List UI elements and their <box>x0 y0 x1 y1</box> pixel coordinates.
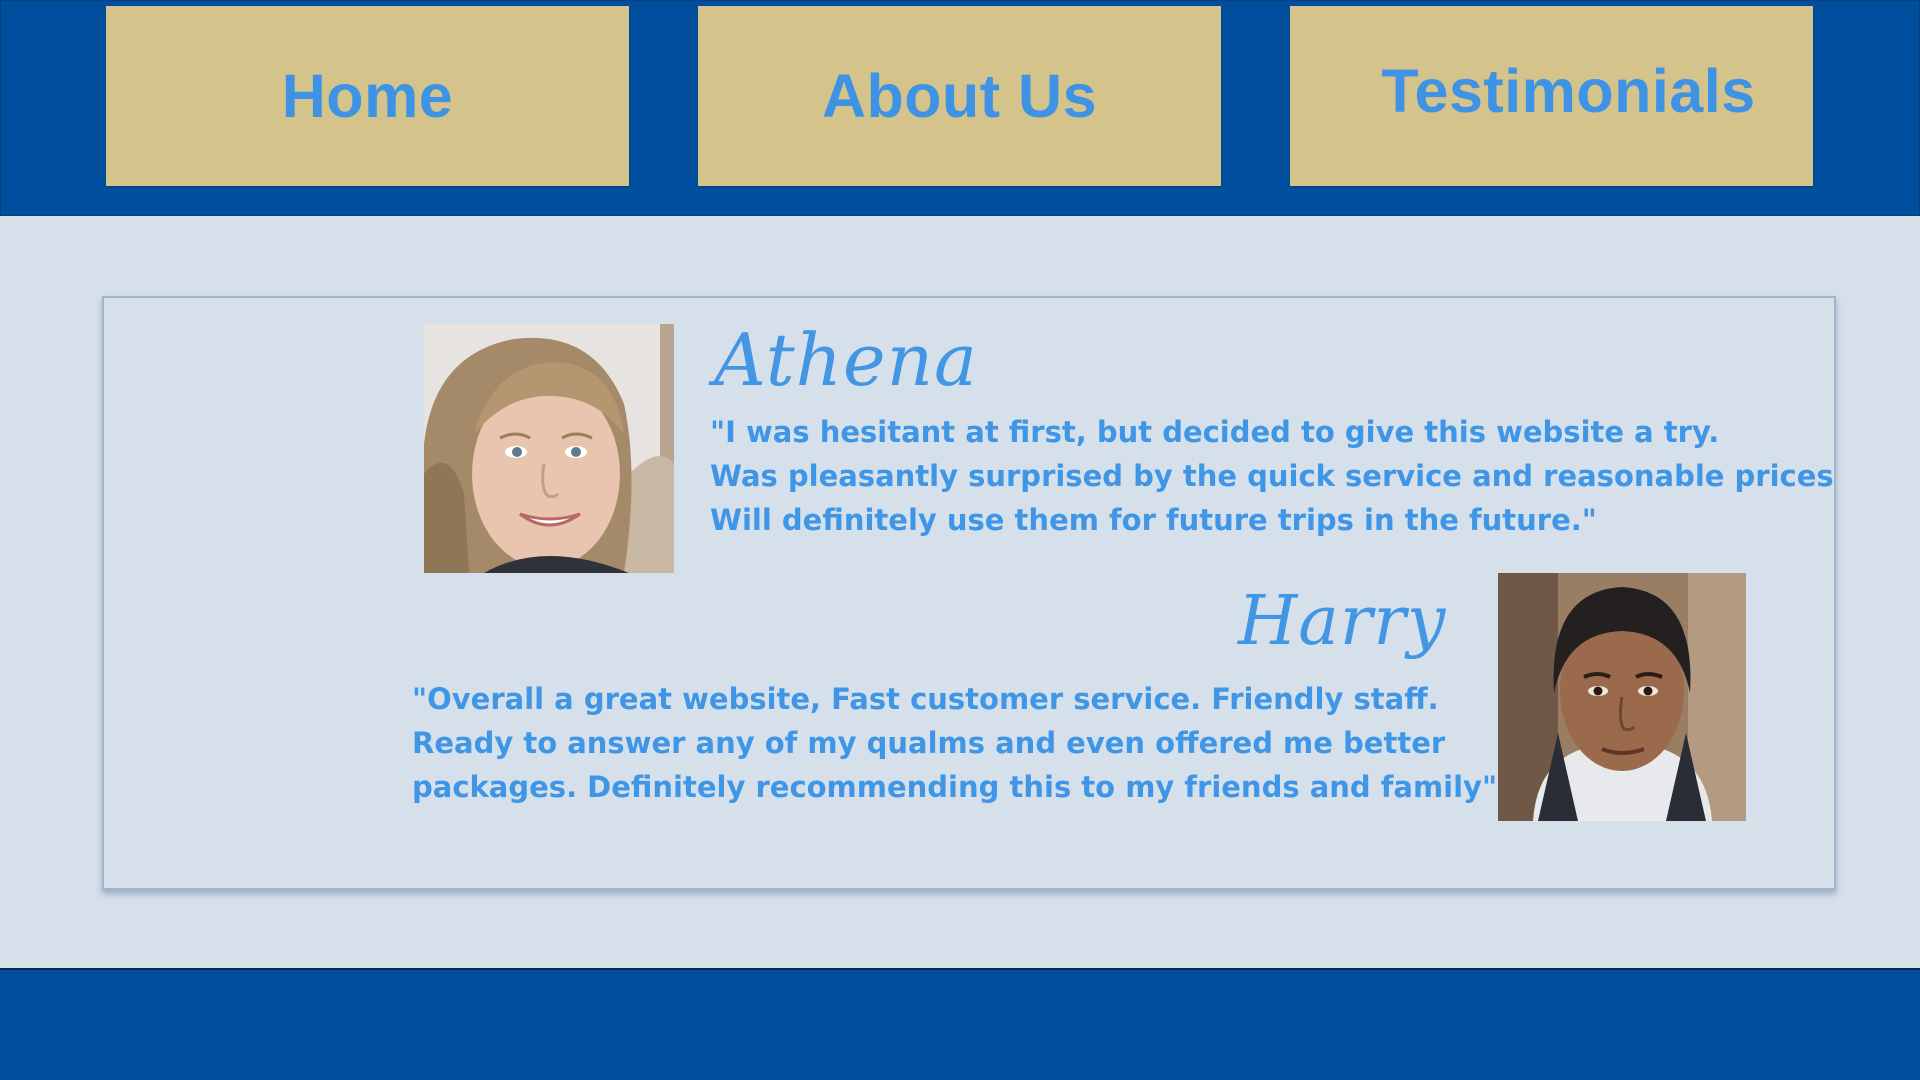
athena-quote: "I was hesitant at first, but decided to… <box>710 410 1834 542</box>
harry-quote: "Overall a great website, Fast customer … <box>412 677 1497 809</box>
harry-photo <box>1498 573 1746 821</box>
nav-home-label: Home <box>281 62 454 130</box>
harry-name: Harry <box>1238 582 1447 661</box>
athena-quote-line: Will definitely use them for future trip… <box>710 503 1597 537</box>
nav-testimonials-label: Testimonials <box>1381 57 1756 125</box>
harry-portrait-illustration <box>1498 573 1746 821</box>
footer-bar <box>0 968 1920 1080</box>
top-navigation-bar: Home About Us Testimonials <box>0 0 1920 216</box>
testimonials-card: Athena "I was hesitant at first, but dec… <box>102 296 1836 890</box>
athena-name: Athena <box>714 318 978 402</box>
athena-photo <box>424 324 674 573</box>
nav-testimonials-button[interactable]: Testimonials <box>1290 6 1813 186</box>
harry-quote-line: Ready to answer any of my qualms and eve… <box>412 726 1446 760</box>
athena-portrait-illustration <box>424 324 674 573</box>
athena-quote-line: Was pleasantly surprised by the quick se… <box>710 459 1834 493</box>
athena-quote-line: "I was hesitant at first, but decided to… <box>710 415 1720 449</box>
nav-about-us-button[interactable]: About Us <box>698 6 1221 186</box>
nav-about-us-label: About Us <box>821 62 1098 130</box>
page: Home About Us Testimonials Athena "I was… <box>0 0 1920 1080</box>
harry-quote-line: packages. Definitely recommending this t… <box>412 770 1498 804</box>
harry-quote-line: "Overall a great website, Fast customer … <box>412 682 1439 716</box>
nav-home-button[interactable]: Home <box>106 6 629 186</box>
